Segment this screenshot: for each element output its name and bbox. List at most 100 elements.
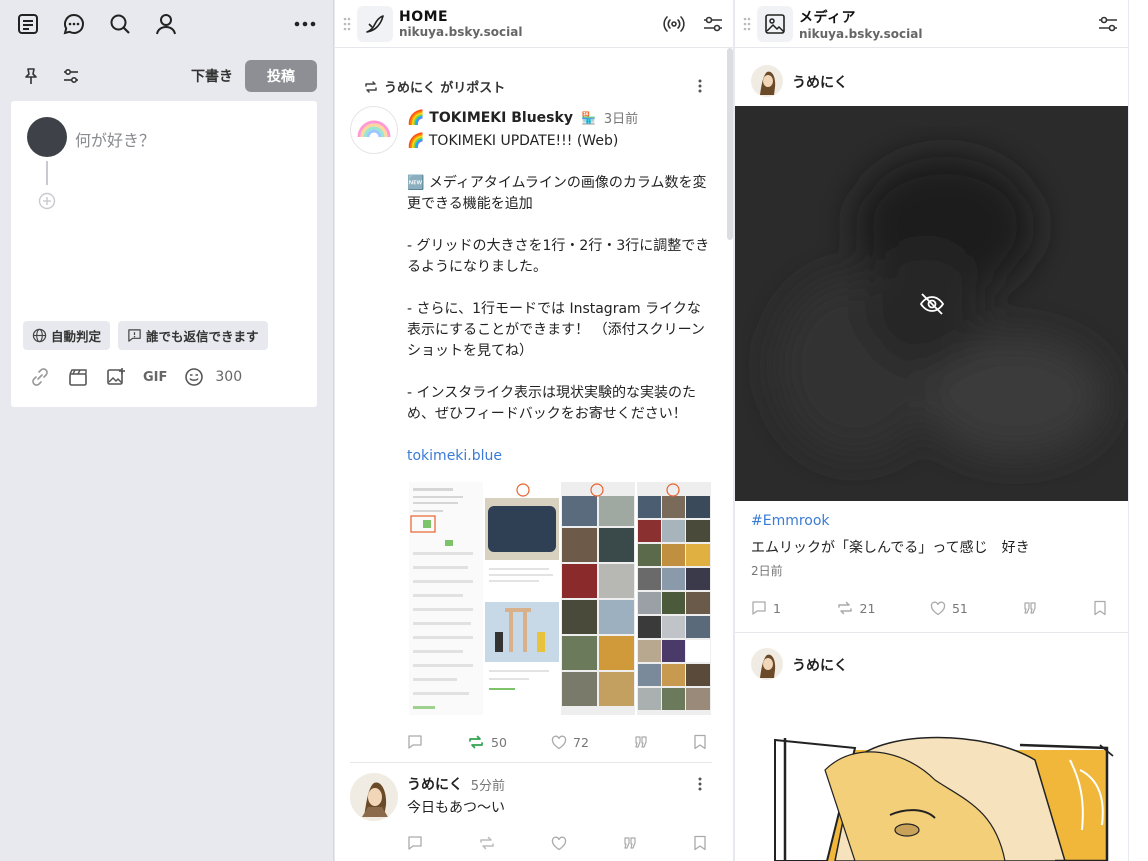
media-column-title-block: メディア nikuya.bsky.social: [799, 7, 922, 41]
composer-card: 何が好き？ 自動判定 誰でも返信できます GIF 300: [11, 101, 317, 407]
gif-button[interactable]: GIF: [143, 370, 167, 385]
more-horizontal-icon: [294, 21, 316, 27]
post2-text: 今日もあつ〜い: [407, 800, 505, 816]
language-chip[interactable]: 自動判定: [23, 321, 111, 350]
composer-input[interactable]: 何が好き？: [75, 127, 155, 151]
post1-line-3: - グリッドの大きさを1行・2行・3行に調整できるようになりました。: [407, 238, 710, 275]
post2-reply-icon[interactable]: [407, 835, 423, 851]
post1-quote-button[interactable]: [633, 734, 649, 750]
bookmark-icon: [694, 734, 706, 750]
composer-toolbar: 下書き 投稿: [0, 48, 333, 104]
left-panel: 下書き 投稿 何が好き？ 自動判定 誰でも返信できます GIF 300: [0, 0, 334, 861]
post2-time[interactable]: 5分前: [471, 775, 505, 794]
emoji-button[interactable]: [183, 366, 205, 388]
user-icon: [156, 14, 176, 35]
rainbow-logo-icon: [357, 120, 391, 138]
screenshot-thumb-grid-2[interactable]: [561, 482, 635, 715]
post1-line-2: 🆕 メディアタイムラインの画像のカラム数を変更できる機能を追加: [407, 175, 707, 212]
screenshot-thumb-settings[interactable]: [409, 482, 483, 715]
post2-quote-icon[interactable]: [622, 835, 638, 851]
media-post1-text: エムリックが「楽しんでる」って感じ 好き: [751, 540, 1030, 556]
media-column-header: メディア nikuya.bsky.social: [735, 0, 1128, 48]
media-post1-like-button[interactable]: 51: [930, 601, 968, 616]
add-thread-icon[interactable]: [38, 192, 56, 210]
media-column: メディア nikuya.bsky.social うめにく #Emmrook エム…: [735, 0, 1128, 861]
more-menu-button[interactable]: [285, 4, 325, 44]
drag-handle-icon[interactable]: [343, 17, 351, 31]
tokimeki-avatar[interactable]: [350, 106, 398, 154]
link-icon: [32, 368, 48, 386]
post1-repost-button[interactable]: 50: [467, 734, 507, 750]
home-column-title-block: HOME nikuya.bsky.social: [399, 9, 522, 39]
timeline-nav-button[interactable]: [8, 4, 48, 44]
media-post1-time[interactable]: 2日前: [751, 562, 783, 579]
pin-button[interactable]: [16, 61, 46, 91]
composer-settings-button[interactable]: [56, 61, 86, 91]
emoji-icon: [185, 368, 204, 386]
post1-like-button[interactable]: 72: [551, 735, 589, 750]
media-post1-hashtag[interactable]: #Emmrook: [751, 513, 830, 529]
media-post2-avatar[interactable]: [751, 648, 783, 680]
media-character-avatar-image: [751, 65, 783, 97]
media-column-title: メディア: [799, 9, 857, 26]
post2-bookmark-icon[interactable]: [693, 835, 707, 851]
sensitive-media-overlay[interactable]: [735, 106, 1128, 501]
settings-screenshot-image: [409, 482, 483, 715]
next-column-edge: [1128, 0, 1148, 861]
media-column-settings-icon[interactable]: [1098, 15, 1118, 33]
chat-nav-button[interactable]: [54, 4, 94, 44]
screenshot-thumb-instagram-mode[interactable]: [485, 482, 559, 715]
post1-reply-button[interactable]: [407, 734, 423, 750]
media-post1-author[interactable]: うめにく: [792, 72, 848, 92]
media-post1-bookmark-button[interactable]: [1093, 600, 1107, 616]
column-settings-icon[interactable]: [703, 15, 723, 33]
post1-bookmark-button[interactable]: [693, 734, 707, 750]
reply-settings-chip[interactable]: 誰でも返信できます: [118, 321, 268, 350]
post2-heart-icon[interactable]: [551, 836, 567, 851]
clapperboard-icon: [69, 369, 87, 386]
media-post2-image[interactable]: [735, 690, 1128, 861]
post1-line-4: - さらに、1行モードでは Instagram ライクな表示にすることができます…: [407, 301, 705, 359]
app-root: 下書き 投稿 何が好き？ 自動判定 誰でも返信できます GIF 300 HOME…: [0, 0, 1148, 861]
image-button[interactable]: [105, 366, 127, 388]
post1-link[interactable]: tokimeki.blue: [407, 446, 712, 467]
media-column-actions: [1098, 15, 1118, 33]
umeniku-avatar[interactable]: [350, 773, 398, 821]
media-post1-quote-button[interactable]: [1022, 600, 1038, 616]
realtime-broadcast-icon[interactable]: [663, 15, 685, 33]
bot-badge-icon: 🏪: [580, 110, 596, 125]
instagram-mode-screenshot-image: [485, 482, 559, 715]
media-post1-avatar[interactable]: [751, 65, 783, 97]
media-bookmark-icon: [1094, 600, 1106, 616]
home-column-handle: nikuya.bsky.social: [399, 24, 523, 39]
post-more-icon[interactable]: [692, 78, 708, 94]
media-drag-handle-icon[interactable]: [743, 17, 751, 31]
home-column-actions: [663, 15, 723, 33]
video-button[interactable]: [67, 366, 89, 388]
home-column-icon-box: [357, 5, 393, 42]
composer-avatar: [27, 117, 67, 157]
screenshot-thumb-grid-3[interactable]: [637, 482, 711, 715]
composer-chips: 自動判定 誰でも返信できます: [23, 321, 268, 350]
media-post2-author[interactable]: うめにく: [792, 655, 848, 675]
two-column-grid-screenshot-image: [561, 482, 635, 715]
post1-like-count: 72: [573, 734, 589, 750]
post1-time[interactable]: 3日前: [604, 108, 638, 127]
post2-repost-icon[interactable]: [478, 835, 496, 851]
profile-nav-button[interactable]: [146, 4, 186, 44]
media-post1-repost-button[interactable]: 21: [836, 600, 875, 616]
media-post1-reply-count: 1: [773, 600, 781, 616]
media-post1-reply-button[interactable]: 1: [751, 600, 781, 616]
draft-button[interactable]: 下書き: [191, 66, 233, 86]
post2-more-icon[interactable]: [692, 776, 708, 792]
post1-author[interactable]: 🌈 TOKIMEKI Bluesky: [407, 110, 573, 126]
link-card-button[interactable]: [29, 366, 51, 388]
post1-header: 🌈 TOKIMEKI Bluesky 🏪 3日前: [407, 108, 638, 128]
search-nav-button[interactable]: [100, 4, 140, 44]
post-button[interactable]: 投稿: [245, 60, 317, 92]
post1-image-grid[interactable]: [409, 482, 711, 715]
media-repost-icon: [837, 601, 852, 615]
post2-author[interactable]: うめにく: [407, 774, 463, 794]
repost-indicator-label: うめにく がリポスト: [384, 81, 506, 96]
post-divider: [350, 762, 712, 763]
